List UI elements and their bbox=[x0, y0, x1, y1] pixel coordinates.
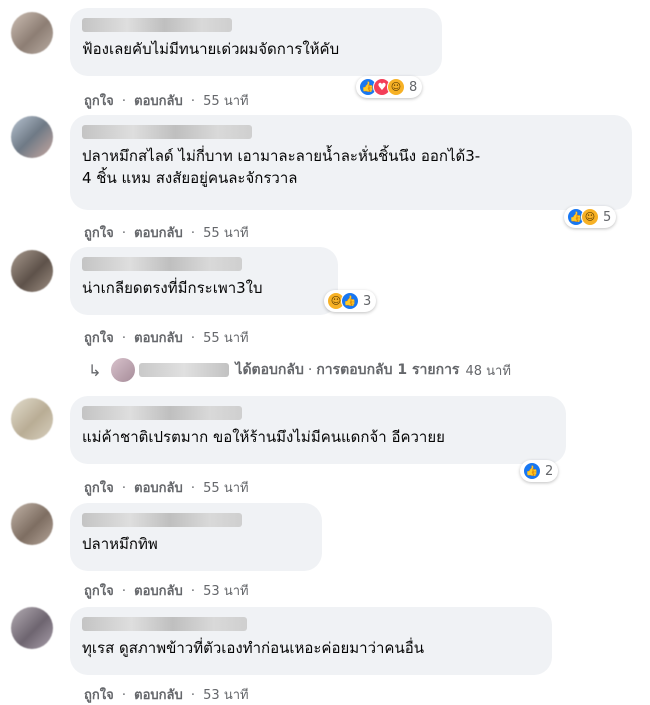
comment-actions: ถูกใจ · ตอบกลับ · 55 นาที bbox=[84, 481, 249, 496]
reply-link[interactable]: ตอบกลับ bbox=[134, 331, 183, 346]
comment-actions: ถูกใจ · ตอบกลับ · 55 นาที bbox=[84, 331, 249, 346]
haha-reaction-icon: ☺ bbox=[581, 208, 599, 226]
author-name[interactable] bbox=[82, 617, 247, 631]
like-link[interactable]: ถูกใจ bbox=[84, 481, 114, 496]
timestamp[interactable]: 55 นาที bbox=[203, 481, 248, 496]
comment-text-line: ปลาหมึกสไลด์ ไม่กี่บาท เอามาละลายน้ำละหั… bbox=[82, 147, 481, 165]
avatar[interactable] bbox=[11, 250, 53, 292]
timestamp[interactable]: 55 นาที bbox=[203, 226, 248, 241]
timestamp[interactable]: 53 นาที bbox=[203, 688, 248, 703]
like-link[interactable]: ถูกใจ bbox=[84, 584, 114, 599]
reply-author-avatar bbox=[111, 358, 136, 382]
reply-link[interactable]: ตอบกลับ bbox=[134, 94, 183, 109]
reaction-summary[interactable]: 👍 ♥ ☺ 8 bbox=[356, 76, 423, 98]
author-name[interactable] bbox=[82, 513, 242, 527]
author-name[interactable] bbox=[82, 125, 252, 139]
comment-bubble: แม่ค้าชาติเปรตมาก ขอให้ร้านมึงไม่มีคนแดก… bbox=[70, 396, 566, 464]
care-reaction-icon: ☺ bbox=[387, 78, 405, 96]
reaction-count: 8 bbox=[409, 79, 418, 95]
reply-arrow-icon: ↳ bbox=[88, 360, 102, 380]
comment-bubble: น่าเกลียดตรงที่มีกระเพา3ใบ bbox=[70, 247, 338, 315]
reply-link[interactable]: ตอบกลับ bbox=[134, 688, 183, 703]
reaction-count: 5 bbox=[603, 209, 612, 225]
like-link[interactable]: ถูกใจ bbox=[84, 226, 114, 241]
author-name[interactable] bbox=[82, 18, 232, 32]
avatar[interactable] bbox=[11, 503, 53, 545]
timestamp[interactable]: 53 นาที bbox=[203, 584, 248, 599]
like-link[interactable]: ถูกใจ bbox=[84, 331, 114, 346]
comment-text: แม่ค้าชาติเปรตมาก ขอให้ร้านมึงไม่มีคนแดก… bbox=[82, 428, 445, 446]
comment-bubble: ปลาหมึกทิพ bbox=[70, 503, 322, 571]
timestamp: 48 นาที bbox=[465, 363, 511, 379]
reaction-summary[interactable]: 👍 2 bbox=[520, 460, 559, 482]
comment-actions: ถูกใจ · ตอบกลับ · 55 นาที bbox=[84, 226, 249, 241]
author-name[interactable] bbox=[82, 257, 242, 271]
comment-text-line: 4 ชิ้น แหม สงสัยอยู่คนละจักรวาล bbox=[82, 169, 298, 187]
avatar[interactable] bbox=[11, 116, 53, 158]
comment-bubble: ทุเรส ดูสภาพข้าวที่ตัวเองทำก่อนเหอะค่อยม… bbox=[70, 607, 552, 675]
replied-label: ได้ตอบกลับ bbox=[235, 362, 304, 378]
like-link[interactable]: ถูกใจ bbox=[84, 94, 114, 109]
avatar[interactable] bbox=[11, 398, 53, 440]
avatar[interactable] bbox=[11, 607, 53, 649]
comment-actions: ถูกใจ · ตอบกลับ · 53 นาที bbox=[84, 584, 249, 599]
comment-actions: ถูกใจ · ตอบกลับ · 53 นาที bbox=[84, 688, 249, 703]
reply-link[interactable]: ตอบกลับ bbox=[134, 226, 183, 241]
like-link[interactable]: ถูกใจ bbox=[84, 688, 114, 703]
comment-text: ฟ้องเลยคับไม่มีทนายเด่วผมจัดการให้คับ bbox=[82, 40, 340, 58]
reply-link[interactable]: ตอบกลับ bbox=[134, 584, 183, 599]
like-reaction-icon: 👍 bbox=[341, 292, 359, 310]
avatar[interactable] bbox=[11, 12, 53, 54]
reaction-count: 2 bbox=[545, 463, 554, 479]
timestamp[interactable]: 55 นาที bbox=[203, 94, 248, 109]
reaction-count: 3 bbox=[363, 293, 372, 309]
comment-text: น่าเกลียดตรงที่มีกระเพา3ใบ bbox=[82, 279, 263, 297]
reply-author-name bbox=[139, 363, 230, 377]
author-name[interactable] bbox=[82, 406, 242, 420]
comment-bubble: ปลาหมึกสไลด์ ไม่กี่บาท เอามาละลายน้ำละหั… bbox=[70, 115, 632, 210]
reply-link[interactable]: ตอบกลับ bbox=[134, 481, 183, 496]
view-replies-link[interactable]: ↳ ได้ตอบกลับ · การตอบกลับ 1 รายการ 48 นา… bbox=[88, 356, 511, 384]
timestamp[interactable]: 55 นาที bbox=[203, 331, 248, 346]
reaction-summary[interactable]: ☺ 👍 3 bbox=[324, 290, 377, 312]
reply-count-label: การตอบกลับ 1 รายการ bbox=[316, 362, 460, 378]
comment-bubble: ฟ้องเลยคับไม่มีทนายเด่วผมจัดการให้คับ bbox=[70, 8, 442, 76]
like-reaction-icon: 👍 bbox=[523, 462, 541, 480]
comment-actions: ถูกใจ · ตอบกลับ · 55 นาที bbox=[84, 94, 249, 109]
comment-text: ปลาหมึกทิพ bbox=[82, 535, 158, 553]
comment-text: ทุเรส ดูสภาพข้าวที่ตัวเองทำก่อนเหอะค่อยม… bbox=[82, 639, 424, 657]
reaction-summary[interactable]: 👍 ☺ 5 bbox=[564, 206, 617, 228]
